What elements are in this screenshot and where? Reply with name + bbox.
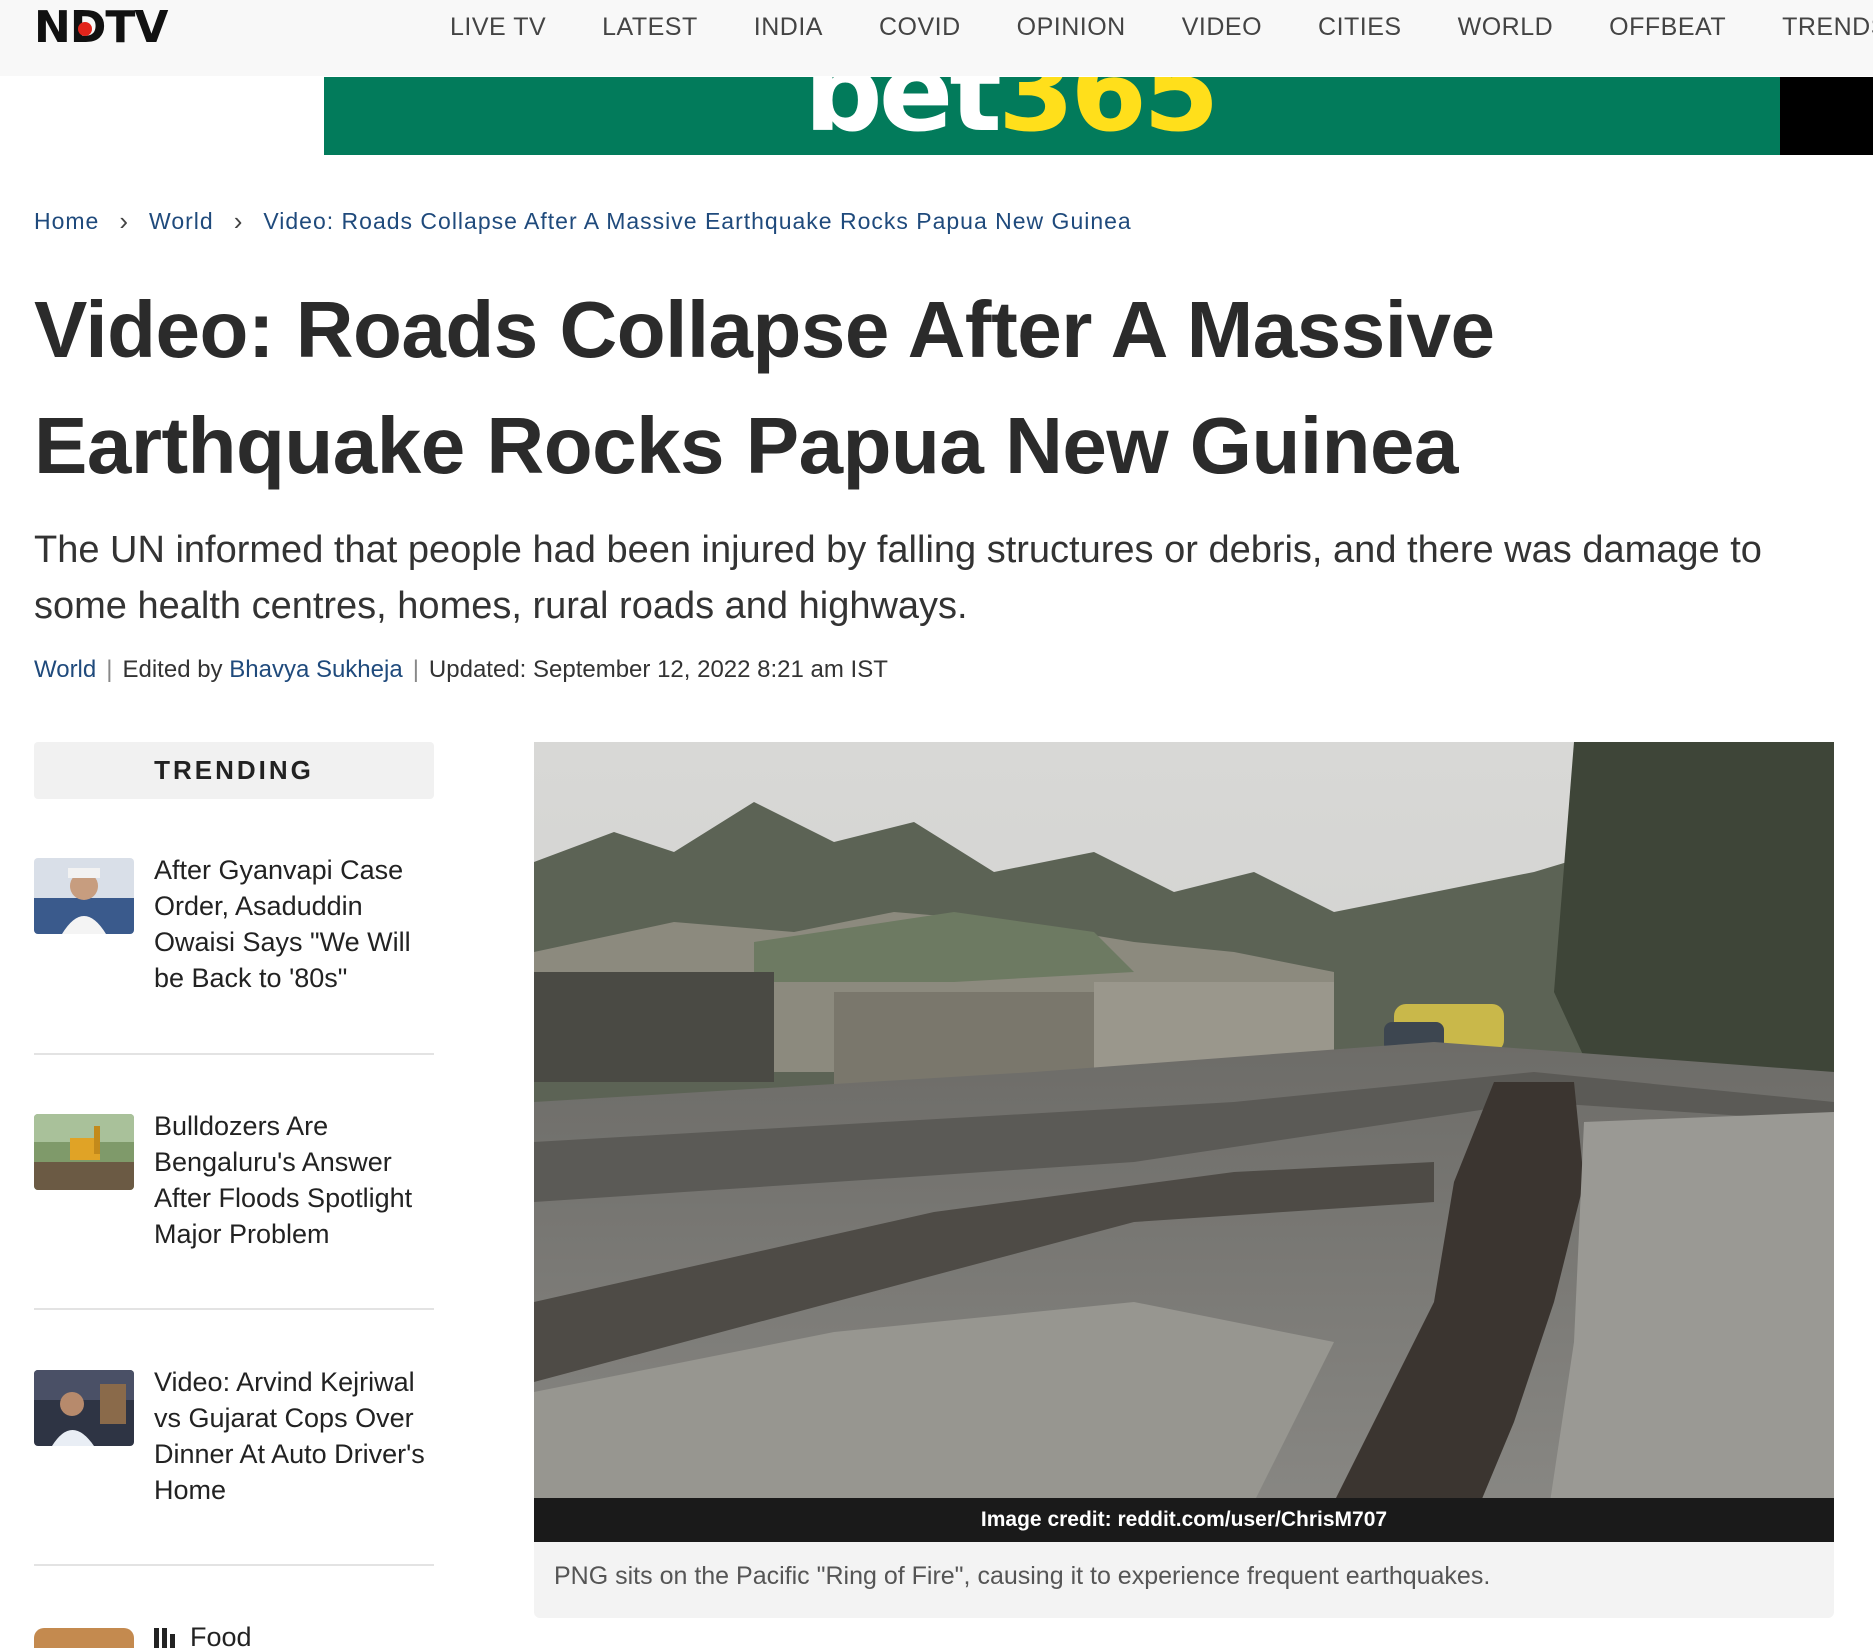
trending-thumbnail[interactable] [34,1370,134,1446]
divider [34,1308,434,1310]
breadcrumb-home[interactable]: Home [34,208,99,235]
breadcrumb: Home › World › Video: Roads Collapse Aft… [34,206,1132,237]
meta-divider: | [412,656,419,683]
ad-logo-left: bet [804,77,1002,155]
article-summary: The UN informed that people had been inj… [34,529,1762,627]
breadcrumb-world[interactable]: World [149,208,214,235]
meta-category[interactable]: World [34,656,96,684]
divider [34,1053,434,1055]
nav-opinion[interactable]: OPINION [1017,13,1126,42]
food-section-link[interactable]: Food [154,1622,252,1648]
article-title: Video: Roads Collapse After A Massive Ea… [34,285,1495,490]
divider [34,1564,434,1566]
article-hero-image[interactable] [534,742,1834,1542]
nav-india[interactable]: INDIA [754,13,823,42]
chevron-right-icon: › [233,206,244,236]
image-credit: Image credit: reddit.com/user/ChrisM707 [534,1498,1834,1542]
chevron-right-icon: › [119,206,130,236]
trending-thumbnail[interactable] [34,858,134,934]
ad-banner[interactable]: bet365 [324,77,1873,155]
meta-divider: | [106,656,113,683]
trending-thumbnail[interactable] [34,1628,134,1648]
breadcrumb-current[interactable]: Video: Roads Collapse After A Massive Ea… [263,208,1131,235]
nav-cities[interactable]: CITIES [1318,13,1402,42]
video-bars-icon [154,1627,178,1648]
ad-black-panel [1780,77,1873,155]
ndtv-logo[interactable]: NDTV [34,6,168,50]
meta-updated: Updated: September 12, 2022 8:21 am IST [428,656,888,683]
logo-text: NDTV [34,2,168,53]
nav-video[interactable]: VIDEO [1182,13,1262,42]
meta-editor[interactable]: Bhavya Sukheja [229,656,402,684]
article-meta: World | Edited by Bhavya Sukheja | Updat… [34,656,888,684]
trending-heading: TRENDING [34,742,434,799]
trending-thumbnail[interactable] [34,1114,134,1190]
nav-trends[interactable]: TRENDS [1782,13,1873,42]
trending-title[interactable]: Video: Arvind Kejriwal vs Gujarat Cops O… [154,1364,439,1508]
top-navigation: NDTV LIVE TV LATEST INDIA COVID OPINION … [0,0,1873,76]
nav-covid[interactable]: COVID [879,13,961,42]
meta-edited-by: Edited by [122,656,223,683]
trending-title[interactable]: After Gyanvapi Case Order, Asaduddin Owa… [154,852,439,996]
nav-offbeat[interactable]: OFFBEAT [1609,13,1726,42]
nav-world[interactable]: WORLD [1458,13,1554,42]
ad-logo-right: 365 [997,77,1220,155]
ad-logo: bet365 [804,77,1220,147]
main-nav: LIVE TV LATEST INDIA COVID OPINION VIDEO… [450,0,1873,54]
image-caption: PNG sits on the Pacific "Ring of Fire", … [534,1542,1834,1618]
food-label-text: Food [190,1622,252,1648]
nav-latest[interactable]: LATEST [602,13,698,42]
nav-live-tv[interactable]: LIVE TV [450,13,546,42]
logo-red-dot [78,22,92,36]
trending-title[interactable]: Bulldozers Are Bengaluru's Answer After … [154,1108,439,1252]
